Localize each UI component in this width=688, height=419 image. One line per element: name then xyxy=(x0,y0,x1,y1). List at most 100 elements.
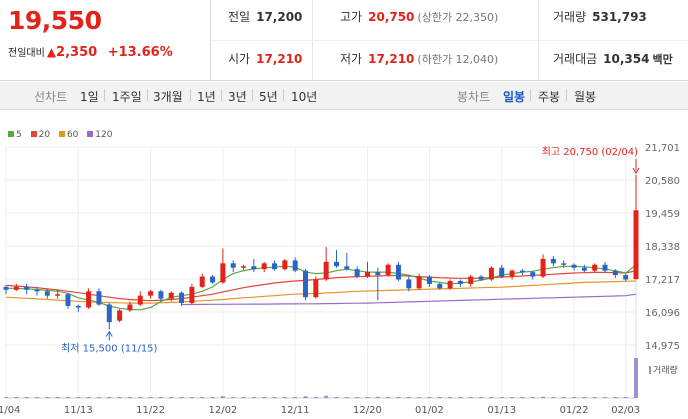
price-chart: 21,701 20,580 19,459 18,338 17,217 16,096 14,9… xyxy=(0,143,680,416)
x-tick-label: 02/03 xyxy=(611,405,640,416)
volume-bar xyxy=(45,397,50,398)
volume-bar xyxy=(520,397,525,398)
min-price-label: 최저 15,500 (11/15) xyxy=(61,343,157,355)
candle-body xyxy=(561,263,567,265)
volume-bar xyxy=(107,396,112,398)
candle-body xyxy=(65,294,71,306)
candle-body xyxy=(478,276,484,280)
volume-bar xyxy=(251,397,256,398)
candle-body xyxy=(292,260,298,271)
candle-body xyxy=(199,276,205,287)
candle-body xyxy=(282,260,288,270)
volume-bar xyxy=(324,395,329,398)
candle-body xyxy=(179,292,185,304)
candle-body xyxy=(426,276,432,284)
volume-bar xyxy=(179,397,184,398)
candle-body xyxy=(437,283,443,289)
y-tick-label: 19,459 xyxy=(645,209,680,220)
volume-bar xyxy=(231,397,236,398)
volume-bar xyxy=(572,397,577,398)
y-tick-label: 17,217 xyxy=(645,275,680,286)
candle-body xyxy=(158,291,164,299)
volume-bar xyxy=(530,397,535,398)
candle-body xyxy=(364,272,370,277)
volume-bar xyxy=(55,397,60,398)
volume-bar xyxy=(76,397,81,398)
volume-bar xyxy=(158,397,163,398)
y-tick-label: 16,096 xyxy=(645,308,680,319)
volume-bar xyxy=(417,397,422,398)
volume-bar xyxy=(282,397,287,398)
volume-bar xyxy=(262,397,267,398)
x-tick-label: 11/04 xyxy=(0,405,20,416)
volume-bar xyxy=(241,397,246,398)
volume-label: 거래량 xyxy=(653,364,678,376)
x-tick-label: 01/22 xyxy=(560,405,589,416)
volume-bar xyxy=(582,397,587,398)
max-price-label: 최고 20,750 (02/04) xyxy=(542,146,638,158)
volume-bar xyxy=(458,397,463,398)
volume-bar xyxy=(303,396,308,398)
candle-body xyxy=(106,304,112,323)
candle-body xyxy=(581,267,587,271)
candle-body xyxy=(333,261,339,267)
volume-bar xyxy=(603,397,608,398)
volume-bar xyxy=(489,397,494,398)
candle-body xyxy=(44,291,50,296)
candle-body xyxy=(395,264,401,280)
candle-body xyxy=(509,270,515,277)
candle-body xyxy=(86,291,92,308)
volume-bar xyxy=(4,397,8,398)
volume-bar xyxy=(551,397,556,398)
candle-body xyxy=(230,263,236,268)
volume-bar xyxy=(510,397,515,398)
volume-bar xyxy=(437,397,442,398)
volume-bar xyxy=(34,397,39,398)
x-tick-label: 12/11 xyxy=(281,405,310,416)
candle-body xyxy=(530,272,536,277)
candle-body xyxy=(148,291,154,296)
volume-bar xyxy=(189,397,194,398)
candle-body xyxy=(241,266,247,268)
y-tick-label: 21,701 xyxy=(645,143,680,154)
volume-bar xyxy=(634,358,638,398)
candle-body xyxy=(168,292,174,299)
candle-body xyxy=(623,275,629,280)
volume-bar xyxy=(592,397,597,398)
x-tick-label: 01/13 xyxy=(487,405,516,416)
candle-body xyxy=(313,279,319,298)
candle-body xyxy=(540,258,546,277)
candle-body xyxy=(210,276,216,283)
x-tick-label: 12/20 xyxy=(353,405,382,416)
volume-bar xyxy=(220,396,225,398)
candle-body xyxy=(137,295,143,305)
volume-bar xyxy=(541,396,546,398)
candle-body xyxy=(406,279,412,289)
candle-body xyxy=(24,286,30,290)
volume-bar xyxy=(14,397,19,398)
x-tick-label: 11/22 xyxy=(136,405,165,416)
volume-bar xyxy=(448,397,453,398)
volume-bar xyxy=(96,397,101,398)
y-tick-label: 14,975 xyxy=(645,341,680,352)
volume-bar xyxy=(210,397,215,398)
candle-body xyxy=(34,289,40,292)
volume-bar xyxy=(406,397,411,398)
volume-bar xyxy=(613,397,618,398)
y-tick-label: 18,338 xyxy=(645,242,680,253)
ma120-line xyxy=(181,293,637,306)
volume-bar xyxy=(293,397,298,398)
volume-bar xyxy=(24,397,29,398)
candle-body xyxy=(55,294,61,296)
candle-body xyxy=(499,267,505,277)
volume-bar xyxy=(396,397,401,398)
candle-body xyxy=(633,210,639,280)
volume-bar xyxy=(561,397,566,398)
candle-body xyxy=(303,270,309,298)
candle-body xyxy=(488,267,494,280)
candle-body xyxy=(385,264,391,276)
candle-body xyxy=(220,263,226,283)
volume-bar xyxy=(365,397,370,398)
candle-body xyxy=(468,276,474,284)
y-tick-label: 20,580 xyxy=(645,176,680,187)
